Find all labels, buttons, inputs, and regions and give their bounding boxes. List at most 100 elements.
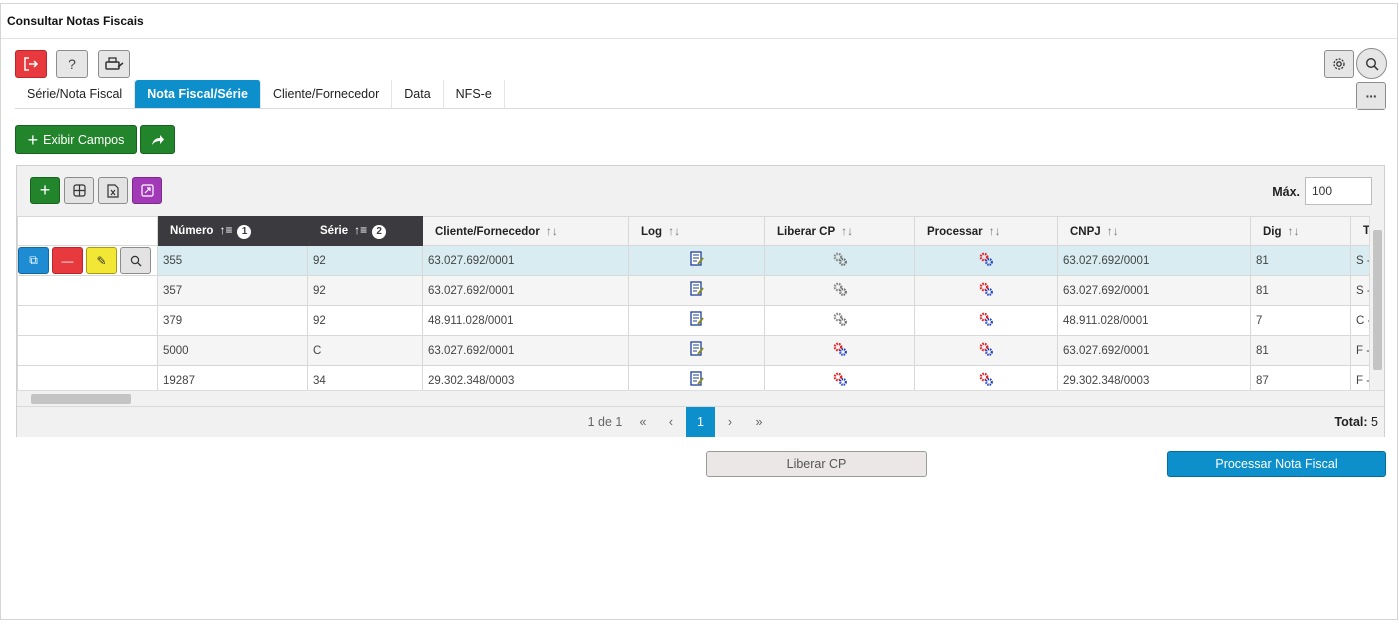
log-icon[interactable]: [689, 281, 704, 300]
view-row-button[interactable]: [120, 247, 151, 274]
more-icon: ···: [1365, 88, 1378, 104]
help-button[interactable]: ?: [56, 50, 88, 78]
copy-row-button[interactable]: ⧉: [18, 247, 49, 274]
pencil-icon: ✎: [96, 253, 107, 268]
cell-dig: 87: [1250, 365, 1351, 390]
last-page-button[interactable]: »: [745, 407, 773, 437]
total-count: Total: 5: [1334, 415, 1378, 429]
cell-numero: 19287: [157, 365, 308, 390]
table-row[interactable]: 5000 C 63.027.692/0001 63.027.692/0001 81 F -: [17, 335, 1384, 366]
grid-table-viewport: Número ↑≡ 1 Série ↑≡ 2 Cliente/Fornecedor ↑↓ …: [17, 216, 1384, 390]
first-page-button[interactable]: «: [630, 407, 656, 437]
more-button[interactable]: ···: [1356, 82, 1386, 110]
log-icon[interactable]: [689, 251, 704, 270]
cell-log: [628, 305, 765, 336]
edit-row-button[interactable]: ✎: [86, 247, 117, 274]
next-page-button[interactable]: ›: [718, 407, 742, 437]
process-gears-icon[interactable]: [978, 342, 994, 360]
cell-cliente-fornecedor: 29.302.348/0003: [422, 365, 629, 390]
export-excel-button[interactable]: [98, 177, 128, 204]
copy-icon: ⧉: [29, 253, 38, 267]
cell-serie: C: [307, 335, 423, 366]
max-records-input[interactable]: [1305, 177, 1372, 205]
column-header-serie[interactable]: Série ↑≡ 2: [307, 216, 423, 246]
sort-icon: ↑↓: [1287, 224, 1300, 238]
share-arrow-icon: [151, 134, 164, 145]
sort-icon: ↑↓: [988, 224, 1001, 238]
vertical-scroll-thumb[interactable]: [1373, 230, 1382, 370]
row-actions-cell: [17, 305, 158, 336]
cell-cnpj: 48.911.028/0001: [1057, 305, 1251, 336]
horizontal-scrollbar[interactable]: [17, 390, 1384, 406]
log-icon[interactable]: [689, 371, 704, 390]
tab-serie-nota-fiscal[interactable]: Série/Nota Fiscal: [15, 80, 136, 108]
cell-liberar-cp: [764, 245, 915, 276]
tab-data[interactable]: Data: [392, 80, 444, 108]
cell-liberar-cp: [764, 305, 915, 336]
cell-processar: [914, 245, 1058, 276]
tab-cliente-fornecedor[interactable]: Cliente/Fornecedor: [260, 80, 393, 108]
cell-processar: [914, 335, 1058, 366]
process-gears-icon[interactable]: [978, 252, 994, 270]
tab-nfs-e[interactable]: NFS-e: [443, 80, 505, 108]
log-icon[interactable]: [689, 311, 704, 330]
table-row[interactable]: 357 92 63.027.692/0001 63.027.692/0001 81 S -: [17, 275, 1384, 306]
process-gears-icon[interactable]: [978, 282, 994, 300]
cell-dig: 81: [1250, 245, 1351, 276]
cell-cnpj: 63.027.692/0001: [1057, 245, 1251, 276]
column-header-liberar-cp[interactable]: Liberar CP ↑↓: [764, 216, 915, 246]
prev-page-button[interactable]: ‹: [659, 407, 683, 437]
table-row[interactable]: 19287 34 29.302.348/0003 29.302.348/0003 87 F…: [17, 365, 1384, 390]
cell-serie: 34: [307, 365, 423, 390]
actions-header: [17, 216, 158, 246]
release-gears-icon[interactable]: [832, 282, 848, 300]
process-gears-icon[interactable]: [978, 312, 994, 330]
sort-order-badge: 2: [372, 225, 387, 239]
column-header-dig[interactable]: Dig ↑↓: [1250, 216, 1351, 246]
invoices-table: Número ↑≡ 1 Série ↑≡ 2 Cliente/Fornecedor ↑↓ …: [17, 216, 1384, 390]
cell-log: [628, 245, 765, 276]
log-icon[interactable]: [689, 341, 704, 360]
column-header-numero[interactable]: Número ↑≡ 1: [157, 216, 308, 246]
column-header-processar[interactable]: Processar ↑↓: [914, 216, 1058, 246]
delete-row-button[interactable]: —: [52, 247, 83, 274]
search-icon: [1365, 57, 1379, 71]
release-gears-icon[interactable]: [832, 342, 848, 360]
plus-icon: +: [27, 129, 39, 150]
release-gears-icon[interactable]: [832, 252, 848, 270]
search-button[interactable]: [1356, 48, 1387, 79]
cell-liberar-cp: [764, 275, 915, 306]
release-gears-icon[interactable]: [832, 312, 848, 330]
cell-cliente-fornecedor: 63.027.692/0001: [422, 335, 629, 366]
print-button[interactable]: [98, 50, 130, 78]
release-gears-icon[interactable]: [832, 372, 848, 390]
settings-button[interactable]: [1324, 50, 1354, 78]
column-header-cnpj[interactable]: CNPJ ↑↓: [1057, 216, 1251, 246]
cell-processar: [914, 365, 1058, 390]
cell-numero: 355: [157, 245, 308, 276]
add-row-button[interactable]: +: [30, 177, 60, 204]
column-header-log[interactable]: Log ↑↓: [628, 216, 765, 246]
share-button[interactable]: [140, 125, 175, 154]
release-cp-button[interactable]: Liberar CP: [706, 451, 927, 477]
exit-button[interactable]: [15, 50, 47, 78]
current-page-button[interactable]: 1: [686, 407, 715, 437]
cell-processar: [914, 305, 1058, 336]
gear-icon: [1333, 58, 1345, 70]
horizontal-scroll-thumb[interactable]: [31, 394, 131, 404]
process-gears-icon[interactable]: [978, 372, 994, 390]
pagination: 1 de 1 « ‹ 1 › » Total: 5: [17, 406, 1384, 437]
table-row[interactable]: 379 92 48.911.028/0001 48.911.028/0001 7 C -: [17, 305, 1384, 336]
column-header-cliente-fornecedor[interactable]: Cliente/Fornecedor ↑↓: [422, 216, 629, 246]
cell-serie: 92: [307, 305, 423, 336]
table-row[interactable]: ⧉ — ✎ 355 92 63.027.692/0001 63.027.692/0001 81…: [17, 245, 1384, 276]
row-actions-cell: [17, 335, 158, 366]
process-invoice-button[interactable]: Processar Nota Fiscal: [1167, 451, 1386, 477]
vertical-scrollbar[interactable]: [1369, 216, 1384, 390]
expand-button[interactable]: [132, 177, 162, 204]
show-fields-button[interactable]: + Exibir Campos: [15, 125, 137, 154]
tab-nota-fiscal-serie[interactable]: Nota Fiscal/Série: [135, 80, 261, 108]
columns-button[interactable]: [64, 177, 94, 204]
sort-order-badge: 1: [237, 225, 252, 239]
cell-cliente-fornecedor: 63.027.692/0001: [422, 245, 629, 276]
